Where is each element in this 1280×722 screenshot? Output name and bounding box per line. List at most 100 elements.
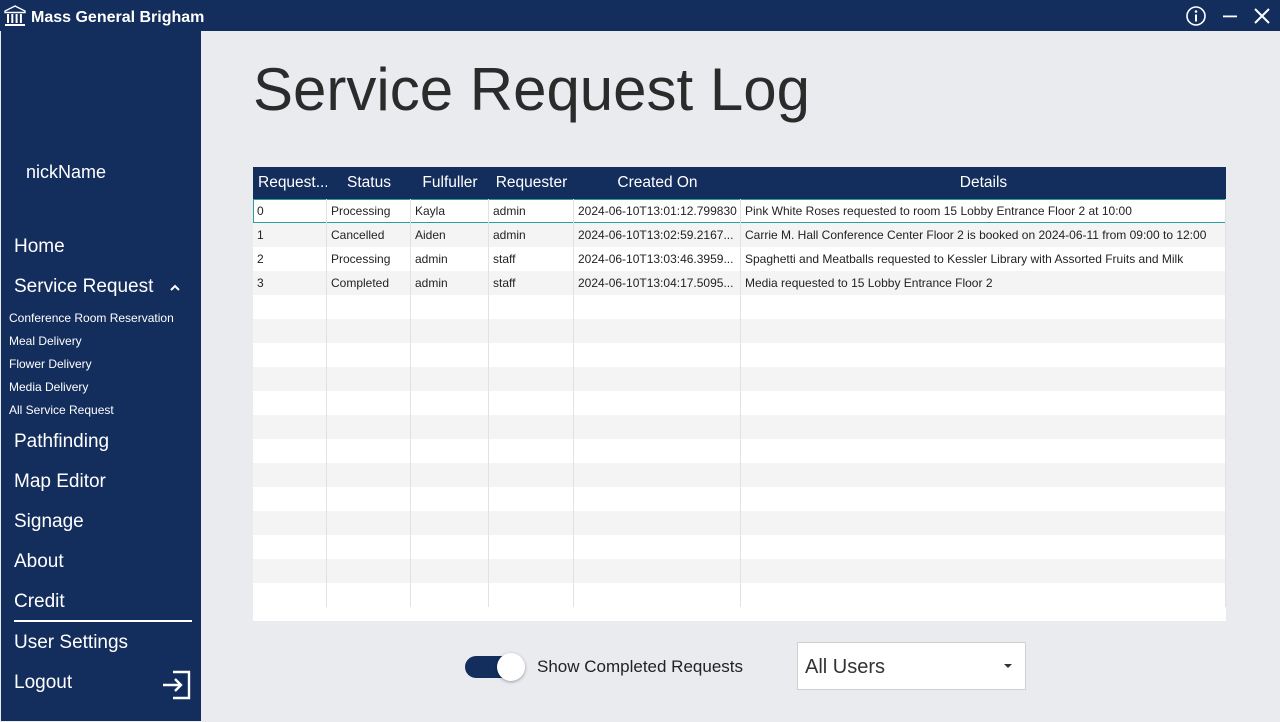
sidebar-item-map-editor[interactable]: Map Editor [14, 471, 106, 493]
empty-table-row[interactable] [253, 511, 1226, 535]
close-icon[interactable] [1251, 5, 1273, 27]
cell-details [741, 511, 1226, 535]
empty-table-row[interactable] [253, 535, 1226, 559]
cell-status [327, 415, 411, 439]
cell-requester [489, 583, 574, 607]
cell-status: Processing [327, 199, 411, 223]
show-completed-toggle[interactable] [465, 653, 527, 681]
cell-status [327, 583, 411, 607]
cell-requester: staff [489, 271, 574, 295]
user-filter-dropdown[interactable]: All Users [797, 642, 1026, 690]
column-header-details[interactable]: Details [741, 167, 1226, 199]
cell-status: Processing [327, 247, 411, 271]
empty-table-row[interactable] [253, 439, 1226, 463]
cell-request [253, 343, 327, 367]
empty-table-row[interactable] [253, 367, 1226, 391]
cell-status [327, 319, 411, 343]
cell-request [253, 367, 327, 391]
table-row[interactable]: 2 Processing admin staff 2024-06-10T13:03:46… [253, 247, 1226, 271]
cell-requester [489, 559, 574, 583]
column-header-request[interactable]: Request... [253, 167, 327, 199]
table-header: Request... Status Fulfuller Requester Cr… [253, 167, 1226, 199]
cell-fulfuller [411, 295, 489, 319]
empty-table-row[interactable] [253, 319, 1226, 343]
empty-table-row[interactable] [253, 559, 1226, 583]
empty-table-row[interactable] [253, 391, 1226, 415]
app-title: Mass General Brigham [31, 9, 205, 26]
sidebar-item-credit[interactable]: Credit [14, 591, 65, 613]
info-icon[interactable] [1185, 5, 1207, 27]
cell-created-on [574, 415, 741, 439]
cell-details [741, 439, 1226, 463]
cell-fulfuller: Aiden [411, 223, 489, 247]
cell-created-on [574, 319, 741, 343]
sidebar-subitem-all-service-request[interactable]: All Service Request [9, 403, 114, 417]
cell-status: Completed [327, 271, 411, 295]
cell-details [741, 559, 1226, 583]
table-row[interactable]: 3 Completed admin staff 2024-06-10T13:04:17.… [253, 271, 1226, 295]
cell-request [253, 511, 327, 535]
empty-table-row[interactable] [253, 487, 1226, 511]
empty-table-row[interactable] [253, 295, 1226, 319]
user-filter-value: All Users [805, 656, 886, 678]
cell-request: 0 [253, 199, 327, 223]
cell-requester [489, 295, 574, 319]
sidebar-item-user-settings[interactable]: User Settings [14, 632, 128, 654]
column-header-status[interactable]: Status [327, 167, 411, 199]
cell-requester: staff [489, 247, 574, 271]
cell-fulfuller [411, 535, 489, 559]
cell-status [327, 439, 411, 463]
cell-fulfuller [411, 391, 489, 415]
empty-table-row[interactable] [253, 415, 1226, 439]
logout-icon[interactable] [161, 669, 193, 701]
cell-request [253, 391, 327, 415]
cell-fulfuller [411, 487, 489, 511]
page-title: Service Request Log [253, 56, 810, 123]
cell-status [327, 343, 411, 367]
sidebar-subitem-meal-delivery[interactable]: Meal Delivery [9, 334, 82, 348]
service-request-table[interactable]: Request... Status Fulfuller Requester Cr… [253, 167, 1226, 621]
sidebar-item-logout[interactable]: Logout [14, 672, 72, 694]
sidebar-item-service-request[interactable]: Service Request [14, 276, 181, 298]
username-label: nickName [26, 162, 107, 182]
cell-fulfuller [411, 439, 489, 463]
empty-table-row[interactable] [253, 463, 1226, 487]
cell-created-on [574, 511, 741, 535]
sidebar-subitem-media-delivery[interactable]: Media Delivery [9, 380, 88, 394]
table-row[interactable]: 1 Cancelled Aiden admin 2024-06-10T13:02:59.… [253, 223, 1226, 247]
sidebar-item-about[interactable]: About [14, 551, 64, 573]
cell-created-on [574, 559, 741, 583]
cell-details: Spaghetti and Meatballs requested to Kes… [741, 247, 1226, 271]
minimize-icon[interactable] [1219, 5, 1241, 27]
cell-fulfuller: admin [411, 247, 489, 271]
sidebar-item-signage[interactable]: Signage [14, 511, 84, 533]
cell-details [741, 391, 1226, 415]
empty-table-row[interactable] [253, 583, 1226, 607]
cell-details: Pink White Roses requested to room 15 Lo… [741, 199, 1226, 223]
cell-requester: admin [489, 223, 574, 247]
sidebar-subitem-flower-delivery[interactable]: Flower Delivery [9, 357, 92, 371]
cell-requester [489, 487, 574, 511]
cell-requester [489, 391, 574, 415]
cell-details [741, 295, 1226, 319]
cell-created-on: 2024-06-10T13:03:46.3959... [574, 247, 741, 271]
column-header-fulfuller[interactable]: Fulfuller [411, 167, 489, 199]
cell-request [253, 415, 327, 439]
cell-request [253, 559, 327, 583]
cell-requester: admin [489, 199, 574, 223]
cell-created-on: 2024-06-10T13:01:12.799830 [574, 199, 741, 223]
cell-fulfuller: Kayla [411, 199, 489, 223]
cell-requester [489, 463, 574, 487]
table-row[interactable]: 0 Processing Kayla admin 2024-06-10T13:01:12… [253, 199, 1226, 223]
sidebar-subitem-conference-room[interactable]: Conference Room Reservation [9, 311, 174, 325]
cell-request: 3 [253, 271, 327, 295]
cell-fulfuller: admin [411, 271, 489, 295]
column-header-created-on[interactable]: Created On [574, 167, 741, 199]
sidebar-item-home[interactable]: Home [14, 236, 65, 258]
cell-requester [489, 319, 574, 343]
empty-table-row[interactable] [253, 343, 1226, 367]
cell-created-on [574, 295, 741, 319]
sidebar-item-pathfinding[interactable]: Pathfinding [14, 431, 109, 453]
cell-details [741, 343, 1226, 367]
column-header-requester[interactable]: Requester [489, 167, 574, 199]
